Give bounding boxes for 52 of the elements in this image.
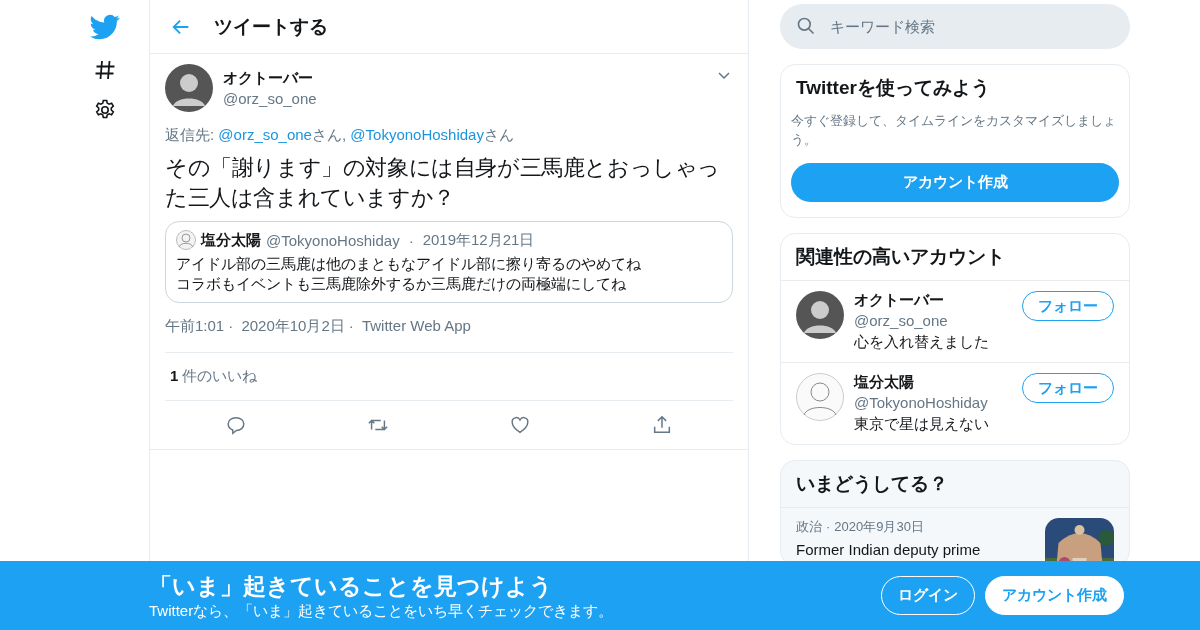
- signup-button[interactable]: アカウント作成: [791, 163, 1119, 202]
- card-title: 関連性の高いアカウント: [781, 234, 1129, 281]
- account-bio: 東京で星は見えない: [854, 415, 990, 434]
- quoted-handle: @TokyonoHoshiday: [266, 231, 400, 249]
- page-title: ツイートする: [214, 14, 328, 39]
- quoted-name: 塩分太陽: [201, 230, 261, 250]
- account-handle: @TokyonoHoshiday: [854, 394, 989, 411]
- tweet-source: Twitter Web App: [361, 317, 471, 334]
- card-title: Twitterを使ってみよう: [795, 76, 991, 100]
- trend-date: 2020年9月30日: [834, 519, 924, 534]
- account-name: オクトーバー: [854, 291, 945, 310]
- signup-button[interactable]: アカウント作成: [985, 576, 1124, 615]
- quoted-tweet[interactable]: 塩分太陽 @TokyonoHoshiday · 2019年12月21日 アイドル部の三馬鹿は他のまともなアイドル部に擦り寄るのやめてね コラボもイベントも三馬鹿除外するか三馬鹿だけの両極端にしてね: [165, 221, 733, 303]
- banner-title: 「いま」起きていることを見つけよう: [149, 571, 554, 601]
- follow-button[interactable]: フォロー: [1022, 291, 1114, 321]
- search-field[interactable]: キーワード検索: [780, 4, 1130, 49]
- quoted-text: コラボもイベントも三馬鹿除外するか三馬鹿だけの両極端にしてね: [176, 274, 627, 294]
- reply-to-line: 返信先: @orz_so_oneさん, @TokyonoHoshidayさん: [165, 126, 515, 145]
- account-name: 塩分太陽: [854, 373, 915, 392]
- avatar: [165, 64, 213, 112]
- separator-dot: ·: [348, 317, 354, 334]
- share-icon[interactable]: [651, 414, 673, 436]
- chevron-down-icon[interactable]: [718, 72, 730, 80]
- separator-dot: ·: [228, 317, 234, 334]
- account-handle: @orz_so_one: [854, 312, 949, 329]
- tweet-date: 2020年10月2日: [241, 317, 345, 334]
- trend-category: 政治: [796, 519, 822, 534]
- account-bio: 心を入れ替えました: [854, 333, 990, 352]
- separator-dot: ·: [408, 231, 414, 249]
- heart-icon[interactable]: [509, 414, 531, 436]
- avatar: [796, 373, 844, 421]
- avatar: [796, 291, 844, 339]
- follow-button[interactable]: フォロー: [1022, 373, 1114, 403]
- mention-link[interactable]: @orz_so_one: [218, 126, 312, 143]
- tweet-time: 午前1:01: [165, 317, 225, 334]
- card-text: 今すぐ登録して、タイムラインをカスタマイズしましょう。: [791, 112, 1117, 149]
- author-name: オクトーバー: [223, 69, 314, 88]
- quoted-text: アイドル部の三馬鹿は他のまともなアイドル部に擦り寄るのやめてね: [176, 254, 642, 274]
- separator-dot: ·: [826, 519, 831, 534]
- likes-label[interactable]: 件のいいね: [182, 367, 258, 386]
- trend-headline[interactable]: Former Indian deputy prime: [796, 540, 1035, 560]
- search-icon: [796, 16, 816, 36]
- card-title: いまどうしてる？: [781, 461, 1129, 508]
- avatar: [176, 230, 196, 250]
- author-handle: @orz_so_one: [223, 90, 318, 107]
- banner-text: Twitterなら、「いま」起きていることをいち早くチェックできます。: [149, 601, 614, 621]
- likes-count: 1: [170, 367, 179, 386]
- mention-link[interactable]: @TokyonoHoshiday: [350, 126, 484, 143]
- tweet-text: その「謝ります」の対象には自身が三馬鹿とおっしゃった三人は含まれていますか？: [165, 154, 721, 212]
- bird-logo-icon[interactable]: [89, 12, 120, 42]
- reply-icon[interactable]: [225, 414, 247, 436]
- quoted-date: 2019年12月21日: [422, 230, 535, 250]
